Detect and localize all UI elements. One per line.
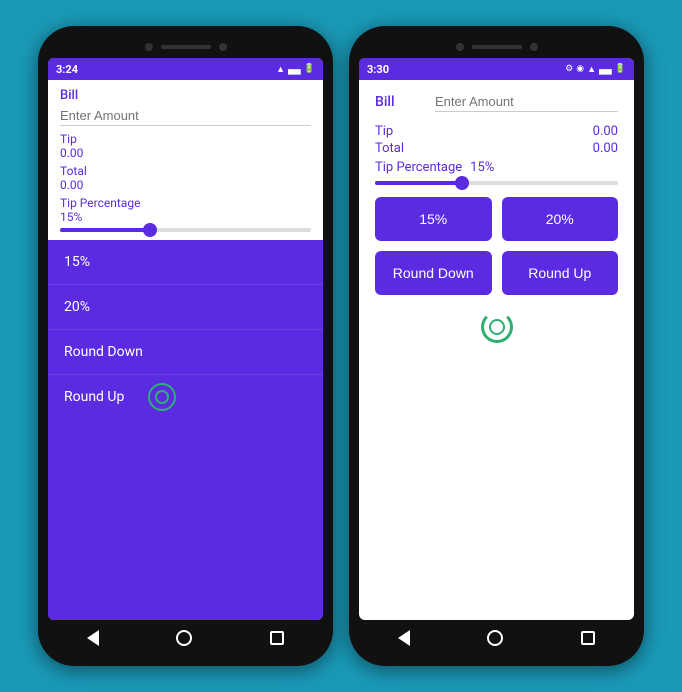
- left-recents-btn[interactable]: [270, 631, 284, 645]
- right-status-bar: 3:30 ⚙ ◉ ▲ ▄▄ 🔋: [359, 58, 634, 80]
- left-app-area: Bill Tip 0.00 Total 0.00 Tip Percentage …: [48, 80, 323, 240]
- left-spinner-inner: [155, 390, 169, 404]
- left-bill-label: Bill: [60, 88, 311, 103]
- left-slider-fill: [60, 228, 148, 232]
- right-tip-pct-value: 15%: [470, 160, 494, 175]
- battery-icon: 🔋: [304, 64, 315, 74]
- right-slider-track[interactable]: [375, 181, 618, 185]
- right-tip-pct-label: Tip Percentage: [375, 160, 462, 175]
- right-btn-round-up[interactable]: Round Up: [502, 251, 619, 295]
- left-slider-container: [60, 228, 311, 232]
- left-dropdown-15[interactable]: 15%: [48, 240, 323, 285]
- left-status-bar: 3:24 ▲ ▄▄ 🔋: [48, 58, 323, 80]
- right-app-content: Bill Tip 0.00 Total 0.00 Tip Percentage …: [359, 80, 634, 620]
- right-recents-btn[interactable]: [581, 631, 595, 645]
- right-gear-icon: ⚙: [565, 64, 573, 74]
- left-dropdown-round-down[interactable]: Round Down: [48, 330, 323, 375]
- left-slider-track[interactable]: [60, 228, 311, 232]
- left-tip-pct-value: 15%: [60, 210, 311, 224]
- right-camera-2: [530, 43, 538, 51]
- left-spinner-overlay: [148, 383, 176, 411]
- right-buttons-grid: 15% 20% Round Down Round Up: [375, 197, 618, 295]
- left-total-label: Total: [60, 164, 311, 178]
- right-phone: 3:30 ⚙ ◉ ▲ ▄▄ 🔋 Bill: [349, 26, 644, 666]
- right-field-grid: Tip 0.00 Total 0.00: [375, 124, 618, 156]
- right-camera: [456, 43, 464, 51]
- right-slider-container: [375, 181, 618, 185]
- left-screen: 3:24 ▲ ▄▄ 🔋 Bill Tip 0.00 Total 0.00 Tip…: [48, 58, 323, 620]
- right-bottom-bar: [359, 620, 634, 656]
- right-bill-input[interactable]: [435, 92, 618, 112]
- right-spinner-container: [375, 311, 618, 343]
- phones-container: 3:24 ▲ ▄▄ 🔋 Bill Tip 0.00 Total 0.00 Tip…: [38, 26, 644, 666]
- left-tip-value: 0.00: [60, 146, 311, 160]
- right-tip-label: Tip: [375, 124, 585, 139]
- left-status-icons: ▲ ▄▄ 🔋: [276, 64, 315, 75]
- right-tip-value: 0.00: [593, 124, 618, 139]
- right-location-icon: ◉: [576, 64, 584, 74]
- left-bill-input[interactable]: [60, 106, 311, 126]
- right-spinner: [481, 311, 513, 343]
- left-spinner: [148, 383, 176, 411]
- right-slider-fill: [375, 181, 460, 185]
- right-back-btn[interactable]: [398, 630, 410, 646]
- left-total-value: 0.00: [60, 178, 311, 192]
- right-battery-icon: 🔋: [615, 64, 626, 74]
- left-speaker: [161, 45, 211, 49]
- left-tip-pct-label: Tip Percentage: [60, 196, 311, 210]
- left-time: 3:24: [56, 63, 78, 76]
- signal-icon: ▄▄: [288, 64, 301, 75]
- left-dropdown-round-up[interactable]: Round Up: [48, 375, 323, 419]
- left-slider-thumb[interactable]: [143, 223, 157, 237]
- right-btn-20[interactable]: 20%: [502, 197, 619, 241]
- right-signal-icon: ▄▄: [599, 64, 612, 75]
- left-camera: [145, 43, 153, 51]
- right-status-icons: ⚙ ◉ ▲ ▄▄ 🔋: [565, 64, 626, 75]
- left-app-content: Bill Tip 0.00 Total 0.00 Tip Percentage …: [48, 80, 323, 620]
- right-btn-15[interactable]: 15%: [375, 197, 492, 241]
- left-dropdown-20[interactable]: 20%: [48, 285, 323, 330]
- right-screen: 3:30 ⚙ ◉ ▲ ▄▄ 🔋 Bill: [359, 58, 634, 620]
- left-phone-top: [48, 36, 323, 58]
- right-btn-round-down[interactable]: Round Down: [375, 251, 492, 295]
- left-tip-label: Tip: [60, 132, 311, 146]
- left-camera-2: [219, 43, 227, 51]
- right-spinner-inner: [489, 319, 505, 335]
- left-home-btn[interactable]: [176, 630, 192, 646]
- right-total-label: Total: [375, 141, 585, 156]
- left-dropdown-menu: 15% 20% Round Down Round Up: [48, 240, 323, 620]
- right-speaker: [472, 45, 522, 49]
- wifi-icon: ▲: [276, 64, 285, 75]
- right-home-btn[interactable]: [487, 630, 503, 646]
- right-bill-label: Bill: [375, 94, 415, 110]
- left-bottom-bar: [48, 620, 323, 656]
- left-back-btn[interactable]: [87, 630, 99, 646]
- right-total-value: 0.00: [593, 141, 618, 156]
- right-slider-thumb[interactable]: [455, 176, 469, 190]
- right-bill-row: Bill: [375, 92, 618, 112]
- right-time: 3:30: [367, 63, 389, 76]
- right-phone-top: [359, 36, 634, 58]
- right-wifi-icon: ▲: [587, 64, 596, 75]
- right-tip-pct-row: Tip Percentage 15%: [375, 160, 618, 175]
- left-phone: 3:24 ▲ ▄▄ 🔋 Bill Tip 0.00 Total 0.00 Tip…: [38, 26, 333, 666]
- right-app-area: Bill Tip 0.00 Total 0.00 Tip Percentage …: [359, 80, 634, 355]
